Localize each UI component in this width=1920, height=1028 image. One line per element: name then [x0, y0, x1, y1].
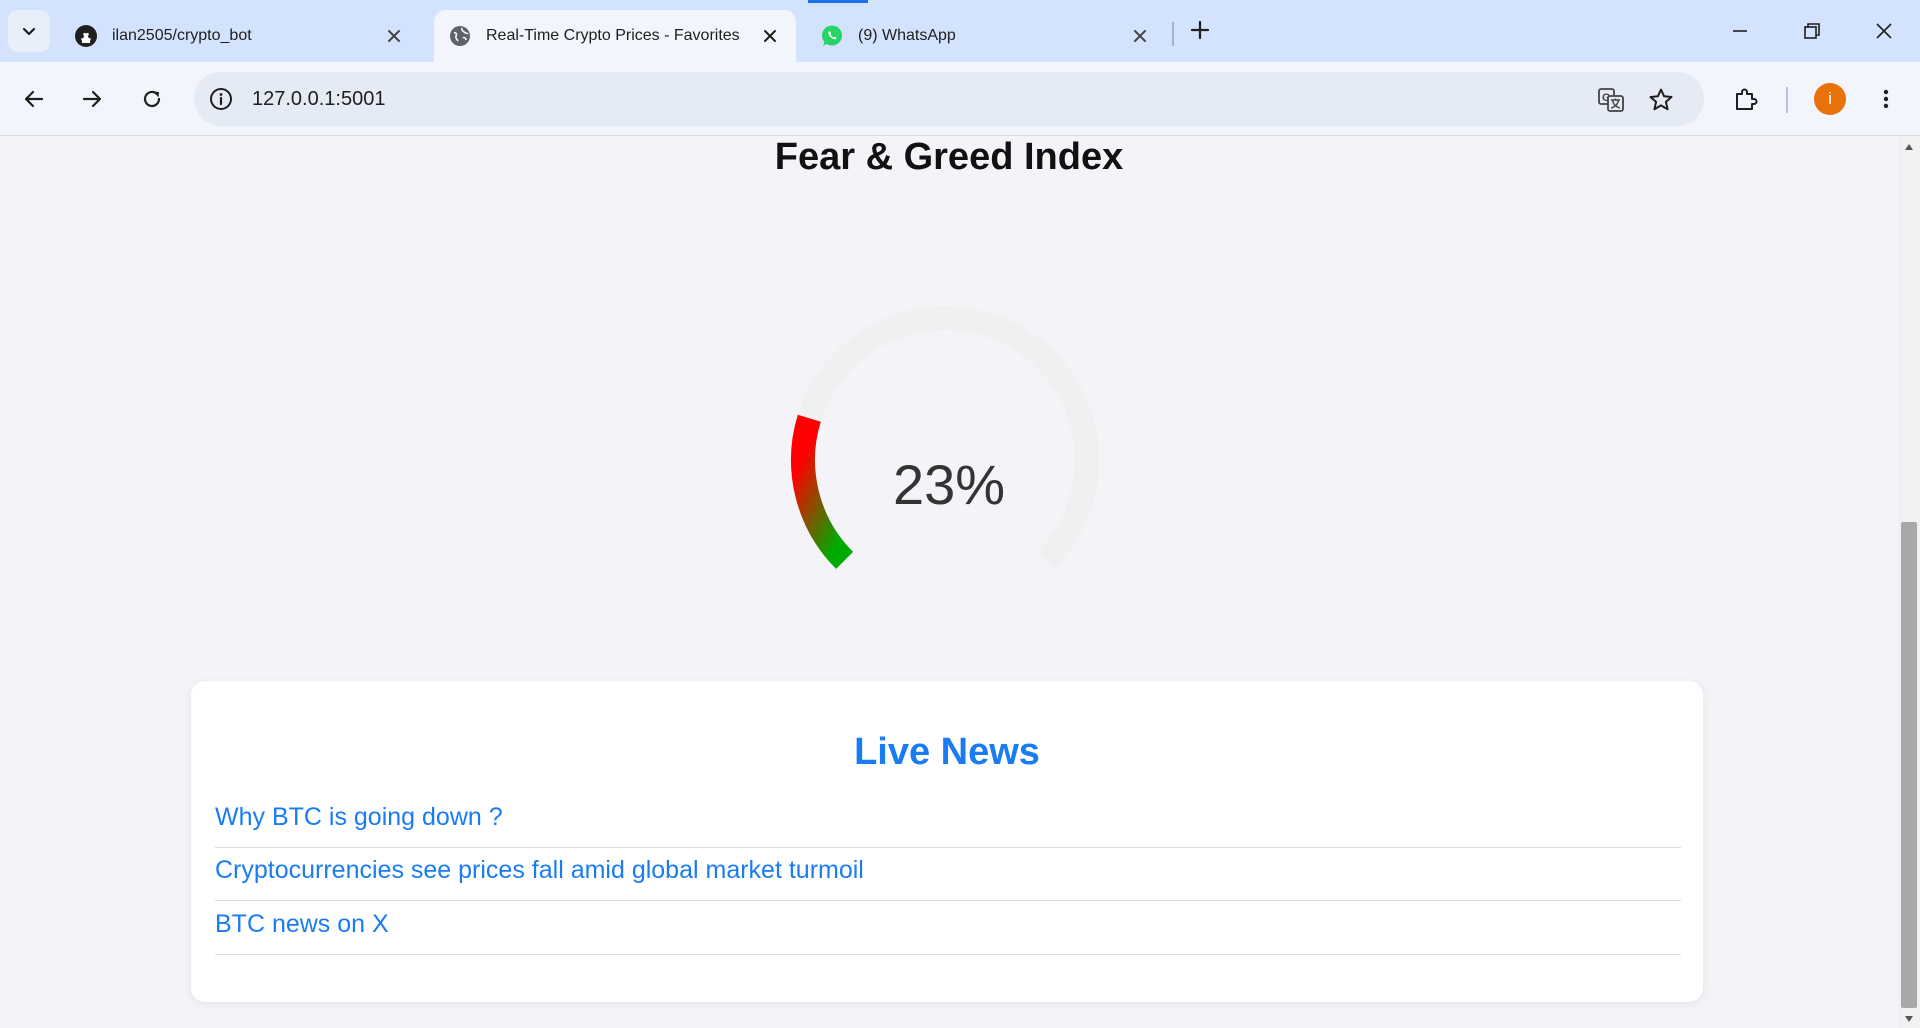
gauge-track	[791, 306, 1099, 569]
globe-icon	[448, 24, 472, 48]
tab-github[interactable]: ilan2505/crypto_bot	[60, 10, 420, 62]
arrow-right-icon	[82, 90, 102, 108]
tab-strip: ilan2505/crypto_bot Real-Time Crypto Pri…	[0, 0, 1920, 62]
whatsapp-icon	[820, 24, 844, 48]
plus-icon	[1190, 20, 1210, 40]
more-vert-icon	[1883, 89, 1889, 109]
profile-avatar[interactable]: i	[1814, 83, 1846, 115]
translate-icon[interactable]: G	[1596, 85, 1626, 115]
browser-toolbar: 127.0.0.1:5001 G i	[0, 62, 1920, 136]
page-content: Fear & Greed Index 23% Live News Why BTC…	[0, 136, 1898, 1028]
live-news-card: Live News Why BTC is going down ? Crypto…	[191, 681, 1703, 1002]
close-icon[interactable]	[1128, 24, 1152, 48]
arrow-left-icon	[24, 90, 44, 108]
tab-search-button[interactable]	[8, 10, 50, 52]
minimize-icon	[1733, 30, 1747, 32]
minimize-button[interactable]	[1704, 0, 1776, 62]
close-icon[interactable]	[758, 24, 782, 48]
scroll-thumb[interactable]	[1901, 522, 1917, 1008]
back-button[interactable]	[14, 79, 54, 119]
tab-crypto-prices[interactable]: Real-Time Crypto Prices - Favorites	[434, 10, 796, 62]
tab-title: (9) WhatsApp	[858, 27, 956, 44]
github-icon	[74, 24, 98, 48]
tab-whatsapp[interactable]: (9) WhatsApp	[806, 10, 1166, 62]
news-link[interactable]: Cryptocurrencies see prices fall amid gl…	[215, 848, 1681, 901]
reload-button[interactable]	[132, 79, 172, 119]
tab-strip-indicator	[808, 0, 868, 3]
fear-greed-gauge	[791, 306, 1099, 569]
puzzle-icon	[1736, 88, 1758, 110]
close-icon	[1876, 23, 1892, 39]
toolbar-divider	[1786, 87, 1788, 113]
menu-button[interactable]	[1866, 79, 1906, 119]
tab-title: ilan2505/crypto_bot	[112, 27, 252, 44]
restore-button[interactable]	[1776, 0, 1848, 62]
extensions-button[interactable]	[1726, 79, 1766, 119]
tab-separator	[1172, 22, 1174, 46]
live-news-title: Live News	[854, 731, 1040, 773]
scroll-down-arrow[interactable]	[1898, 1012, 1920, 1026]
tab-title: Real-Time Crypto Prices - Favorites	[486, 27, 740, 44]
close-window-button[interactable]	[1848, 0, 1920, 62]
forward-button[interactable]	[72, 79, 112, 119]
site-info-icon[interactable]	[208, 86, 234, 112]
address-bar[interactable]: 127.0.0.1:5001 G	[194, 72, 1704, 126]
new-tab-button[interactable]	[1184, 14, 1216, 46]
page-scrollbar[interactable]	[1898, 136, 1920, 1028]
news-link[interactable]: Why BTC is going down ?	[215, 795, 1681, 848]
bookmark-star-icon[interactable]	[1646, 85, 1676, 115]
scroll-up-arrow[interactable]	[1898, 140, 1920, 154]
url-text[interactable]: 127.0.0.1:5001	[252, 88, 385, 111]
reload-icon	[143, 90, 161, 108]
restore-icon	[1804, 23, 1820, 39]
news-link[interactable]: BTC news on X	[215, 902, 1681, 955]
fear-greed-title: Fear & Greed Index	[774, 136, 1124, 178]
chevron-down-icon	[22, 27, 36, 36]
fear-greed-value: 23%	[892, 453, 1006, 516]
close-icon[interactable]	[382, 24, 406, 48]
